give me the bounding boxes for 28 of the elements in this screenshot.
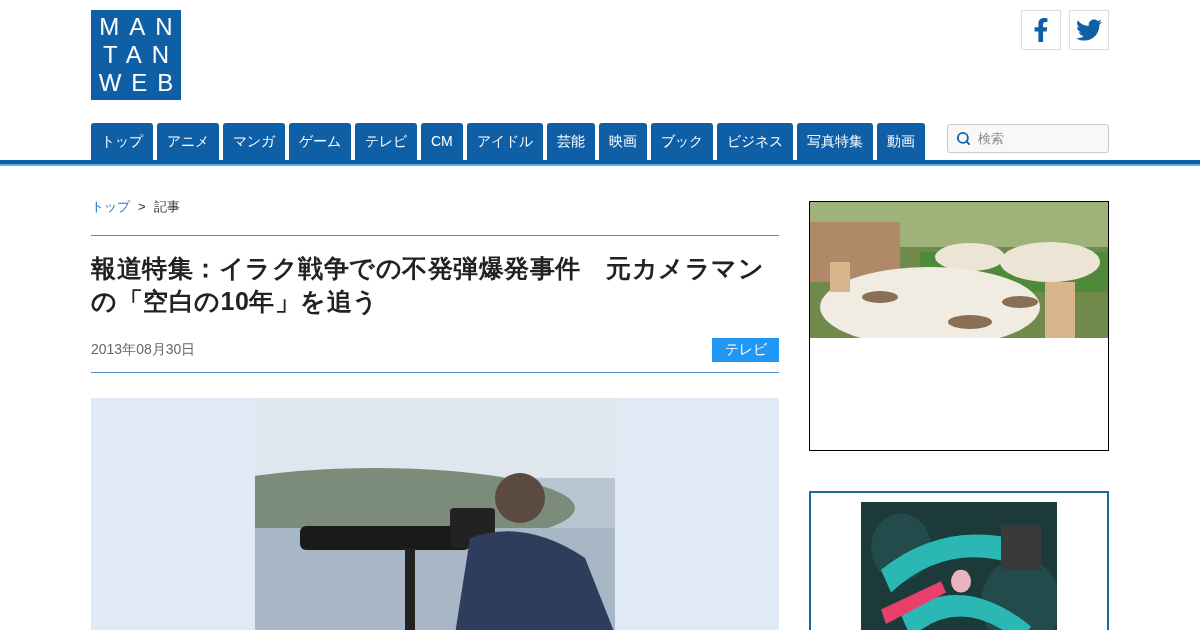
logo-text: MAN [98,14,183,40]
article-title: 報道特集：イラク戦争での不発弾爆発事件 元カメラマンの「空白の10年」を追う [91,252,765,317]
nav-tab[interactable]: テレビ [355,123,417,160]
nav-tab[interactable]: アニメ [157,123,219,160]
twitter-icon [1076,17,1102,43]
nav-tab[interactable]: CM [421,123,463,160]
logo-text: TAN [101,42,180,68]
logo-text: WEB [97,70,184,96]
nav-tab[interactable]: ゲーム [289,123,351,160]
breadcrumb-text: 記事 [153,198,180,216]
ad-banner[interactable] [809,491,1109,630]
nav-tab[interactable]: ブック [650,123,713,160]
twitter-button[interactable] [1069,10,1109,50]
search-icon [956,131,971,146]
nav-tab[interactable]: アイドル [466,123,543,160]
nav-tab[interactable]: 芸能 [546,123,595,160]
nav-tab[interactable]: ビジネス [716,123,793,160]
nav-tab[interactable]: 動画 [876,123,925,160]
search-field[interactable]: 検索 [947,124,1109,153]
nav-tab[interactable]: マンガ [223,123,285,160]
nav-tab[interactable]: トップ [91,123,153,160]
breadcrumb-separator: > [138,198,146,216]
article-date: 2013年08月30日 [91,340,196,359]
breadcrumb-link[interactable]: トップ [91,197,130,217]
facebook-button[interactable] [1021,10,1061,50]
site-logo[interactable]: MAN TAN WEB [91,10,181,100]
nav-tab[interactable]: 映画 [598,123,647,160]
nav-tab[interactable]: 写真特集 [796,123,873,160]
